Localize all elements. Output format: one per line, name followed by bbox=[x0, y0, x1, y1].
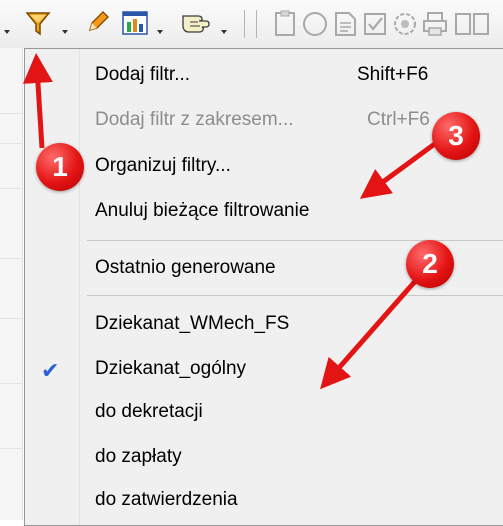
menu-item-filter-do-zatwierdzenia[interactable]: do zatwierdzenia bbox=[95, 489, 238, 511]
filter-icon bbox=[25, 12, 51, 36]
checkbox-icon bbox=[364, 13, 386, 35]
filter-button[interactable] bbox=[24, 8, 60, 38]
hand-button[interactable] bbox=[180, 8, 216, 38]
chart-button[interactable] bbox=[120, 8, 154, 38]
toolbar-overflow-arrow[interactable] bbox=[2, 8, 12, 38]
filter-dropdown-arrow[interactable] bbox=[62, 30, 68, 34]
background-panel bbox=[0, 48, 23, 520]
annotation-badge-2: 2 bbox=[406, 240, 454, 288]
menu-separator bbox=[87, 295, 503, 296]
menu-item-filter-do-zaplaty[interactable]: do zapłaty bbox=[95, 446, 182, 468]
menu-item-recently-generated[interactable]: Ostatnio generowane bbox=[95, 257, 276, 279]
clipboard-icon bbox=[275, 10, 295, 36]
printer-icon bbox=[423, 12, 447, 36]
menu-item-add-range-filter[interactable]: Dodaj filtr z zakresem... bbox=[95, 109, 294, 131]
menu-gutter bbox=[25, 49, 80, 525]
menu-item-filter-dziekanat-wmech[interactable]: Dziekanat_WMech_FS bbox=[95, 313, 289, 335]
annotation-badge-3: 3 bbox=[432, 112, 480, 160]
annotation-badge-1: 1 bbox=[36, 143, 84, 191]
circle-icon bbox=[303, 12, 327, 36]
menu-item-cancel-filtering[interactable]: Anuluj bieżące filtrowanie bbox=[95, 200, 309, 222]
menu-separator bbox=[87, 240, 503, 241]
menu-item-organize-filters[interactable]: Organizuj filtry... bbox=[95, 155, 231, 177]
chart-dropdown-arrow[interactable] bbox=[157, 30, 163, 34]
chart-icon bbox=[122, 11, 148, 35]
checkmark-icon: ✔ bbox=[41, 358, 60, 383]
pencil-icon bbox=[88, 11, 109, 32]
menu-item-add-filter[interactable]: Dodaj filtr... bbox=[95, 64, 190, 86]
edit-button[interactable] bbox=[84, 8, 114, 38]
toolbar-separator bbox=[244, 10, 245, 38]
shortcut-add-filter: Shift+F6 bbox=[357, 64, 429, 85]
menu-item-filter-dziekanat-ogolny[interactable]: Dziekanat_ogólny bbox=[95, 358, 246, 380]
menu-item-filter-do-dekretacji[interactable]: do dekretacji bbox=[95, 401, 203, 423]
shortcut-add-range-filter: Ctrl+F6 bbox=[367, 109, 430, 130]
hand-icon bbox=[182, 15, 210, 33]
toolbar-separator bbox=[256, 10, 257, 38]
partial-icon bbox=[455, 13, 489, 35]
hand-dropdown-arrow[interactable] bbox=[221, 30, 227, 34]
document-icon bbox=[335, 12, 356, 36]
settings-icon bbox=[394, 13, 416, 35]
toolbar bbox=[0, 0, 503, 48]
